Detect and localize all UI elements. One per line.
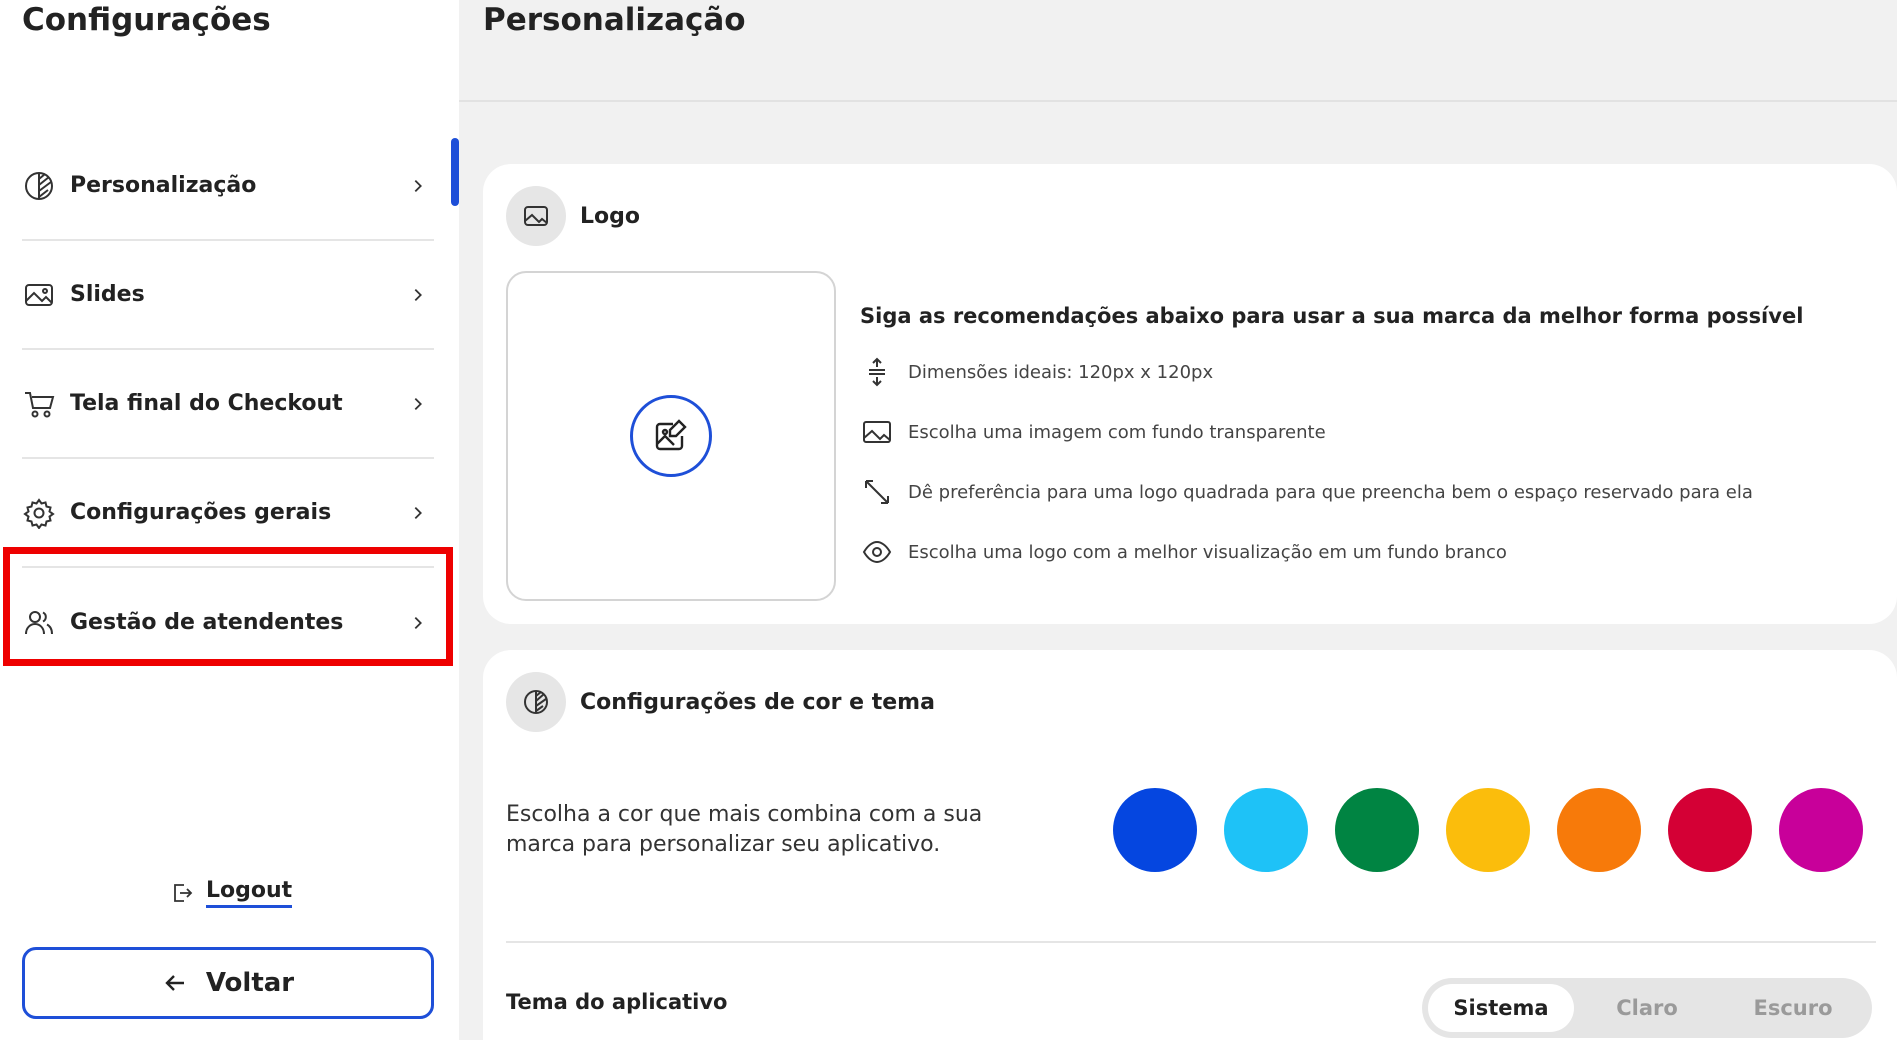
sidebar-item-personalizacao[interactable]: Personalização — [22, 132, 434, 241]
logo-upload-area[interactable] — [506, 271, 836, 601]
sidebar-nav: Personalização Slides Tela final do Chec… — [22, 132, 434, 677]
color-swatches — [1113, 788, 1897, 874]
users-icon — [22, 606, 56, 640]
sidebar-item-slides[interactable]: Slides — [22, 241, 434, 350]
recommendations: Siga as recomendações abaixo para usar a… — [860, 304, 1860, 582]
page-title: Personalização — [483, 2, 746, 38]
chevron-right-icon — [408, 394, 428, 414]
logout-icon — [174, 884, 193, 902]
image-edit-icon — [655, 419, 687, 451]
sidebar-item-gestao-atendentes[interactable]: Gestão de atendentes — [22, 568, 434, 677]
logo-card-header: Logo — [506, 186, 640, 246]
color-swatch-light-blue[interactable] — [1224, 788, 1308, 872]
color-swatch-magenta[interactable] — [1779, 788, 1863, 872]
cart-icon — [22, 387, 56, 421]
theme-option-escuro[interactable]: Escuro — [1720, 984, 1866, 1032]
sidebar: Configurações Personalização Slides Tela… — [0, 0, 459, 1040]
list-item: Escolha uma imagem com fundo transparent… — [860, 402, 1860, 462]
color-swatch-blue[interactable] — [1113, 788, 1197, 872]
back-button-label: Voltar — [205, 968, 295, 998]
sidebar-item-label: Tela final do Checkout — [70, 391, 343, 416]
color-theme-card: Configurações de cor e tema Escolha a co… — [483, 650, 1897, 1040]
arrow-left-icon — [165, 975, 184, 991]
theme-option-claro[interactable]: Claro — [1574, 984, 1720, 1032]
list-item: Dimensões ideais: 120px x 120px — [860, 342, 1860, 402]
eye-icon — [860, 535, 894, 569]
expand-icon — [860, 475, 894, 509]
chevron-right-icon — [408, 176, 428, 196]
gear-icon — [22, 496, 56, 530]
header-divider — [459, 100, 1897, 102]
color-swatch-red[interactable] — [1668, 788, 1752, 872]
sidebar-item-label: Configurações gerais — [70, 500, 332, 525]
palette-icon — [22, 169, 56, 203]
list-item: Escolha uma logo com a melhor visualizaç… — [860, 522, 1860, 582]
dimensions-icon — [860, 355, 894, 389]
recommendations-title: Siga as recomendações abaixo para usar a… — [860, 304, 1804, 328]
logo-card: Logo Siga as recomendações abaixo para u… — [483, 164, 1897, 624]
chevron-right-icon — [408, 285, 428, 305]
color-swatch-orange[interactable] — [1557, 788, 1641, 872]
sidebar-item-label: Gestão de atendentes — [70, 610, 344, 635]
logout-link[interactable]: Logout — [170, 878, 293, 908]
divider — [506, 941, 1876, 943]
image-icon — [506, 186, 566, 246]
color-card-title: Configurações de cor e tema — [580, 689, 935, 715]
list-item: Dê preferência para uma logo quadrada pa… — [860, 462, 1860, 522]
upload-button[interactable] — [630, 395, 712, 477]
palette-icon — [506, 672, 566, 732]
sidebar-item-configuracoes-gerais[interactable]: Configurações gerais — [22, 459, 434, 568]
logout-label: Logout — [206, 878, 293, 908]
sidebar-title: Configurações — [22, 2, 271, 38]
color-swatch-green[interactable] — [1335, 788, 1419, 872]
chevron-right-icon — [408, 613, 428, 633]
sidebar-item-label: Slides — [70, 282, 145, 307]
color-description: Escolha a cor que mais combina com a sua… — [506, 802, 983, 857]
image-icon — [22, 278, 56, 312]
sidebar-item-label: Personalização — [70, 173, 257, 198]
theme-label: Tema do aplicativo — [506, 990, 728, 1014]
sidebar-item-checkout[interactable]: Tela final do Checkout — [22, 350, 434, 459]
image-icon — [860, 415, 894, 449]
theme-option-sistema[interactable]: Sistema — [1428, 984, 1574, 1032]
chevron-right-icon — [408, 503, 428, 523]
color-card-header: Configurações de cor e tema — [506, 672, 935, 732]
main-content: Personalização Logo Siga as recomendaçõe… — [459, 0, 1897, 1040]
back-button[interactable]: Voltar — [22, 947, 434, 1019]
theme-toggle: Sistema Claro Escuro — [1422, 978, 1872, 1038]
color-swatch-yellow[interactable] — [1446, 788, 1530, 872]
logo-card-title: Logo — [580, 203, 640, 229]
active-nav-indicator — [451, 138, 459, 206]
